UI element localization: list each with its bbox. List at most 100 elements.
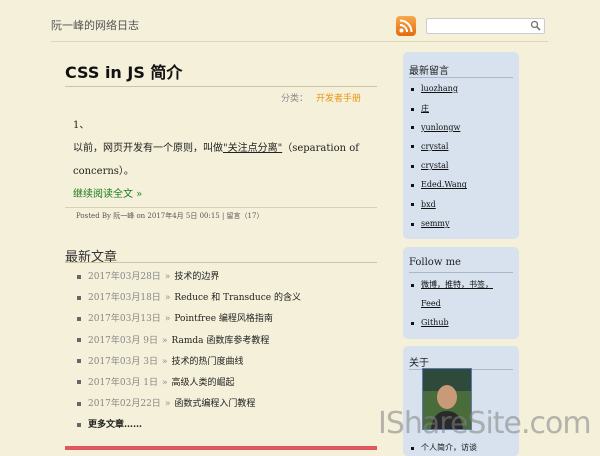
recent-post-item[interactable]: 2017年03月13日» Pointfree 编程风格指南 xyxy=(77,311,301,332)
arrow-icon: » xyxy=(161,356,168,367)
github-link[interactable]: Github xyxy=(421,318,449,327)
recent-post-date: 2017年03月 1日 xyxy=(88,377,158,388)
comment-author-link[interactable]: yunlongw xyxy=(411,123,467,142)
comment-author[interactable]: bxd xyxy=(421,200,436,209)
recent-post-date: 2017年03月28日 xyxy=(88,272,161,282)
read-more-link[interactable]: 继续阅读全文 » xyxy=(73,185,142,200)
recent-post-item[interactable]: 2017年03月28日» 技术的边界 xyxy=(77,269,301,290)
bullet-icon xyxy=(77,401,81,406)
recent-post-date: 2017年03月18日 xyxy=(88,293,161,304)
bullet-icon xyxy=(77,316,81,321)
watermark: IShareSite.com xyxy=(378,406,592,441)
feed-link[interactable]: Feed xyxy=(411,299,493,319)
comment-author-link[interactable]: crystal xyxy=(411,161,467,180)
recent-post-title[interactable]: 高级人类的崛起 xyxy=(171,378,234,388)
recent-post-item[interactable]: 2017年03月18日» Reduce 和 Transduce 的含义 xyxy=(77,290,301,311)
search-icon[interactable] xyxy=(530,20,541,31)
about-link[interactable]: 个人简介，访谈 xyxy=(421,443,477,452)
about-title: 关于 xyxy=(409,358,429,369)
recent-posts-divider xyxy=(65,262,377,263)
arrow-icon: » xyxy=(164,272,171,282)
recent-post-title[interactable]: Pointfree 编程风格指南 xyxy=(174,314,273,324)
recent-post-title[interactable]: Ramda 函数库参考教程 xyxy=(171,336,269,346)
bullet-icon xyxy=(77,338,81,343)
bullet-icon xyxy=(411,222,414,226)
follow-me-title: Follow me xyxy=(409,257,461,268)
comment-author-link[interactable]: crystal xyxy=(411,142,467,161)
latest-comments-divider xyxy=(409,77,513,78)
excerpt-paragraph: 以前，网页开发有一个原则，叫做"关注点分离"（separation of con… xyxy=(73,137,373,183)
comment-author[interactable]: 庄 xyxy=(421,104,429,113)
bullet-icon xyxy=(77,422,81,427)
bullet-icon xyxy=(77,295,81,300)
recent-post-item[interactable]: 2017年03月 9日» Ramda 函数库参考教程 xyxy=(77,333,301,354)
comment-author[interactable]: Eded.Wang xyxy=(421,180,467,189)
bullet-icon xyxy=(77,380,81,385)
bullet-icon xyxy=(411,446,414,450)
recent-post-title[interactable]: Reduce 和 Transduce 的含义 xyxy=(174,293,301,303)
bullet-icon xyxy=(411,107,414,111)
twitter-link[interactable]: 推特 xyxy=(445,280,461,289)
bookmarks-link[interactable]: 书签 xyxy=(469,280,485,289)
meta-divider xyxy=(65,207,377,208)
arrow-icon: » xyxy=(164,399,171,410)
arrow-icon: » xyxy=(161,335,168,346)
more-posts-item[interactable]: 更多文章…… xyxy=(77,417,301,438)
comment-author-link[interactable]: luozhang xyxy=(411,84,467,103)
bullet-icon xyxy=(411,126,414,130)
weibo-link[interactable]: 微博 xyxy=(421,280,437,289)
bullet-icon xyxy=(77,274,81,279)
arrow-icon: » xyxy=(161,377,168,388)
post-title-divider xyxy=(65,86,377,87)
bullet-icon xyxy=(411,183,414,187)
comment-author[interactable]: crystal xyxy=(421,142,448,151)
header-divider xyxy=(51,41,548,42)
follow-me-list: 微博，推特，书签， Feed Github xyxy=(411,279,493,338)
category-link[interactable]: 开发者手册 xyxy=(316,94,361,104)
bullet-icon xyxy=(411,87,414,91)
post-excerpt: 1、 以前，网页开发有一个原则，叫做"关注点分离"（separation of … xyxy=(73,114,373,183)
comment-author[interactable]: semmy xyxy=(421,219,450,228)
more-posts-link[interactable]: 更多文章…… xyxy=(88,420,142,430)
category-label: 分类： xyxy=(281,94,309,104)
bullet-icon xyxy=(411,321,414,325)
site-title[interactable]: 阮一峰的网络日志 xyxy=(51,17,139,33)
about-list: 个人简介，访谈 xyxy=(411,442,477,456)
search-input[interactable] xyxy=(429,19,525,33)
comment-author[interactable]: luozhang xyxy=(421,84,458,93)
post-meta: Posted By 阮一峰 on 2017年4月 5日 00:15 | 留言（1… xyxy=(76,212,264,220)
recent-post-title[interactable]: 技术的边界 xyxy=(174,272,219,282)
rss-icon[interactable] xyxy=(396,16,416,36)
bullet-icon xyxy=(411,145,414,149)
site-header: 阮一峰的网络日志 xyxy=(0,0,600,42)
bullet-icon xyxy=(411,283,414,287)
about-item[interactable]: 个人简介，访谈 xyxy=(411,442,477,456)
excerpt-text-before: 以前，网页开发有一个原则，叫做 xyxy=(73,143,223,154)
follow-me-box: Follow me 微博，推特，书签， Feed Github xyxy=(403,247,519,339)
bullet-icon xyxy=(411,164,414,168)
latest-comments-title: 最新留言 xyxy=(409,66,449,77)
comment-author-link[interactable]: semmy xyxy=(411,219,467,238)
search-box xyxy=(426,18,545,34)
recent-post-title[interactable]: 技术的热门度曲线 xyxy=(171,357,243,367)
comment-author-link[interactable]: bxd xyxy=(411,200,467,219)
recent-post-item[interactable]: 2017年03月 1日» 高级人类的崛起 xyxy=(77,375,301,396)
concern-separation-link[interactable]: "关注点分离" xyxy=(223,143,282,154)
recent-post-date: 2017年03月 9日 xyxy=(88,335,158,346)
latest-comments-list: luozhang 庄 yunlongw crystal crystal Eded… xyxy=(411,84,467,238)
follow-links-row: 微博，推特，书签， xyxy=(411,279,493,299)
github-link-row[interactable]: Github xyxy=(411,318,493,338)
recent-post-item[interactable]: 2017年02月22日» 函数式编程入门教程 xyxy=(77,396,301,417)
comment-author-link[interactable]: 庄 xyxy=(411,103,467,122)
recent-post-title[interactable]: 函数式编程入门教程 xyxy=(174,399,255,409)
recent-post-date: 2017年03月 3日 xyxy=(88,356,158,367)
bullet-icon xyxy=(77,359,81,364)
comment-author[interactable]: yunlongw xyxy=(421,123,460,132)
section-number: 1、 xyxy=(73,120,90,131)
arrow-icon: » xyxy=(164,314,171,325)
post-title[interactable]: CSS in JS 简介 xyxy=(65,59,182,83)
comment-author-link[interactable]: Eded.Wang xyxy=(411,180,467,199)
recent-post-item[interactable]: 2017年03月 3日» 技术的热门度曲线 xyxy=(77,354,301,375)
comment-author[interactable]: crystal xyxy=(421,161,448,170)
latest-comments-box: 最新留言 luozhang 庄 yunlongw crystal crystal… xyxy=(403,52,519,239)
